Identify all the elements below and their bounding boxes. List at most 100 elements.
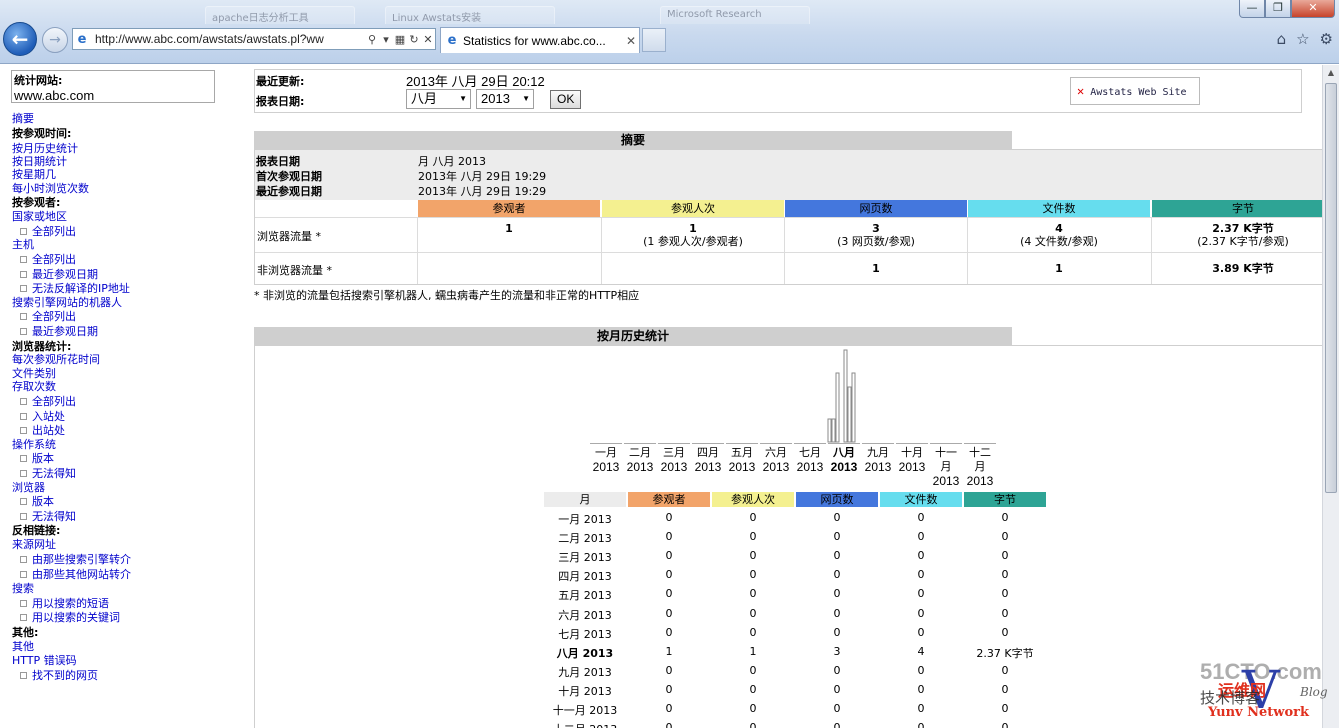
value-cell: 0	[749, 587, 757, 601]
browser-chrome: apache日志分析工具 Linux Awstats安装 Microsoft R…	[0, 0, 1339, 64]
favorites-star-icon[interactable]: ☆	[1296, 30, 1309, 48]
background-tab[interactable]: Microsoft Research	[660, 6, 810, 24]
month-cell: 十一月 2013	[552, 704, 618, 717]
address-url[interactable]: http://www.abc.com/awstats/awstats.pl?ww	[91, 32, 365, 46]
table-row: 十二月 2013 0 0 0 0 0	[544, 721, 1046, 728]
table-row: 一月 2013 0 0 0 0 0	[544, 511, 1046, 530]
tab-statistics[interactable]: e Statistics for www.abc.co... ✕	[440, 27, 640, 53]
chart-bar	[827, 418, 832, 443]
ie-logo-icon: e	[77, 31, 87, 47]
compatibility-view-icon[interactable]: ▦	[393, 33, 407, 46]
table-row: 十一月 2013 0 0 0 0 0	[544, 702, 1046, 721]
value-cell: 0	[749, 721, 757, 728]
month-cell: 一月 2013	[558, 513, 612, 526]
value-cell: 0	[917, 702, 925, 715]
home-icon[interactable]: ⌂	[1277, 30, 1287, 48]
month-label-name: 九月	[867, 446, 889, 459]
value-cell: 0	[665, 511, 673, 524]
value-cell: 0	[1001, 702, 1009, 715]
month-label: 二月 2013	[624, 443, 656, 475]
monthly-col-header: 参观人次	[712, 492, 794, 507]
value-cell: 0	[665, 721, 673, 728]
value-cell: 1	[749, 644, 757, 658]
month-label-name: 五月	[731, 446, 753, 459]
month-label: 十月 2013	[896, 443, 928, 475]
value-cell: 1	[665, 644, 673, 658]
scrollbar-thumb[interactable]	[1325, 83, 1337, 493]
scroll-up-icon[interactable]: ▲	[1323, 65, 1339, 81]
value-cell: 4	[917, 644, 925, 658]
tab-title: Statistics for www.abc.co...	[463, 33, 606, 48]
month-label-name: 六月	[765, 446, 787, 459]
table-row: 六月 2013 0 0 0 0 0	[544, 607, 1046, 626]
value-cell: 0	[665, 606, 673, 620]
value-cell: 0	[833, 530, 841, 544]
back-button[interactable]: ←	[3, 22, 37, 56]
ie-logo-icon: e	[447, 33, 457, 48]
value-cell: 3	[833, 644, 841, 658]
value-cell: 0	[1001, 682, 1009, 696]
month-label-name: 八月	[833, 446, 855, 459]
close-window-icon[interactable]: ✕	[1291, 0, 1335, 18]
value-cell: 0	[1001, 606, 1009, 620]
broken-image-icon: ✕	[1077, 84, 1085, 98]
value-cell: 0	[833, 549, 841, 563]
monthly-col-header: 月	[544, 492, 626, 507]
value-cell: 0	[833, 721, 841, 728]
monthly-col-header: 文件数	[880, 492, 962, 507]
value-cell: 0	[665, 702, 673, 715]
month-label-name: 七月	[799, 446, 821, 459]
background-tab[interactable]: apache日志分析工具	[205, 6, 355, 24]
month-cell: 八月 2013	[556, 646, 614, 660]
month-label-name: 十二月	[969, 446, 991, 473]
value-cell: 0	[917, 625, 925, 639]
month-label-year: 2013	[728, 460, 756, 474]
maximize-icon[interactable]: ❐	[1265, 0, 1291, 18]
month-label-year: 2013	[660, 460, 688, 474]
value-cell: 0	[833, 606, 841, 620]
value-cell: 0	[917, 663, 925, 677]
month-label: 十二月 2013	[964, 443, 996, 489]
month-label: 八月 2013	[828, 443, 860, 475]
awstats-link[interactable]: ✕ Awstats Web Site	[1070, 77, 1200, 105]
value-cell: 0	[917, 682, 925, 696]
close-tab-icon[interactable]: ✕	[623, 34, 639, 48]
vertical-scrollbar[interactable]: ▲	[1322, 65, 1339, 728]
month-label-year: 2013	[694, 460, 722, 474]
search-icon[interactable]: ⚲	[365, 33, 379, 46]
tools-gear-icon[interactable]: ⚙	[1320, 30, 1333, 48]
value-cell: 0	[1001, 663, 1009, 677]
month-label: 一月 2013	[590, 443, 622, 475]
value-cell: 0	[1001, 568, 1009, 582]
month-cell: 二月 2013	[558, 532, 612, 546]
month-label-name: 十月	[901, 446, 923, 459]
value-cell: 0	[1001, 549, 1009, 563]
month-label-year: 2013	[864, 460, 892, 474]
value-cell: 0	[749, 682, 757, 696]
month-cell: 五月 2013	[558, 589, 612, 603]
value-cell: 0	[1001, 587, 1009, 601]
table-row: 九月 2013 0 0 0 0 0	[544, 664, 1046, 683]
background-tab[interactable]: Linux Awstats安装	[385, 6, 555, 24]
forward-button[interactable]: →	[42, 27, 68, 53]
value-cell: 0	[1001, 721, 1009, 728]
refresh-icon[interactable]: ↻	[407, 33, 421, 46]
table-row: 五月 2013 0 0 0 0 0	[544, 587, 1046, 606]
address-bar[interactable]: e http://www.abc.com/awstats/awstats.pl?…	[72, 28, 436, 50]
value-cell: 0	[1001, 511, 1009, 524]
value-cell: 0	[917, 511, 925, 524]
month-label: 七月 2013	[794, 443, 826, 475]
month-label-year: 2013	[898, 460, 926, 474]
value-cell: 0	[917, 568, 925, 582]
new-tab-button[interactable]	[642, 28, 666, 52]
table-row: 四月 2013 0 0 0 0 0	[544, 568, 1046, 587]
page-content: 统计网站: www.abc.com 摘要 按参观时间: 按月历史统计 按日期统计 按星期…	[0, 65, 1322, 728]
background-tabs: apache日志分析工具 Linux Awstats安装 Microsoft R…	[0, 2, 1250, 24]
month-cell: 三月 2013	[558, 551, 612, 565]
minimize-icon[interactable]: —	[1239, 0, 1265, 18]
table-row: 十月 2013 0 0 0 0 0	[544, 683, 1046, 702]
value-cell: 0	[833, 682, 841, 696]
stop-icon[interactable]: ✕	[421, 33, 435, 46]
awstats-link-text: Awstats Web Site	[1090, 87, 1187, 98]
dropdown-arrow-icon[interactable]: ▾	[379, 33, 393, 46]
